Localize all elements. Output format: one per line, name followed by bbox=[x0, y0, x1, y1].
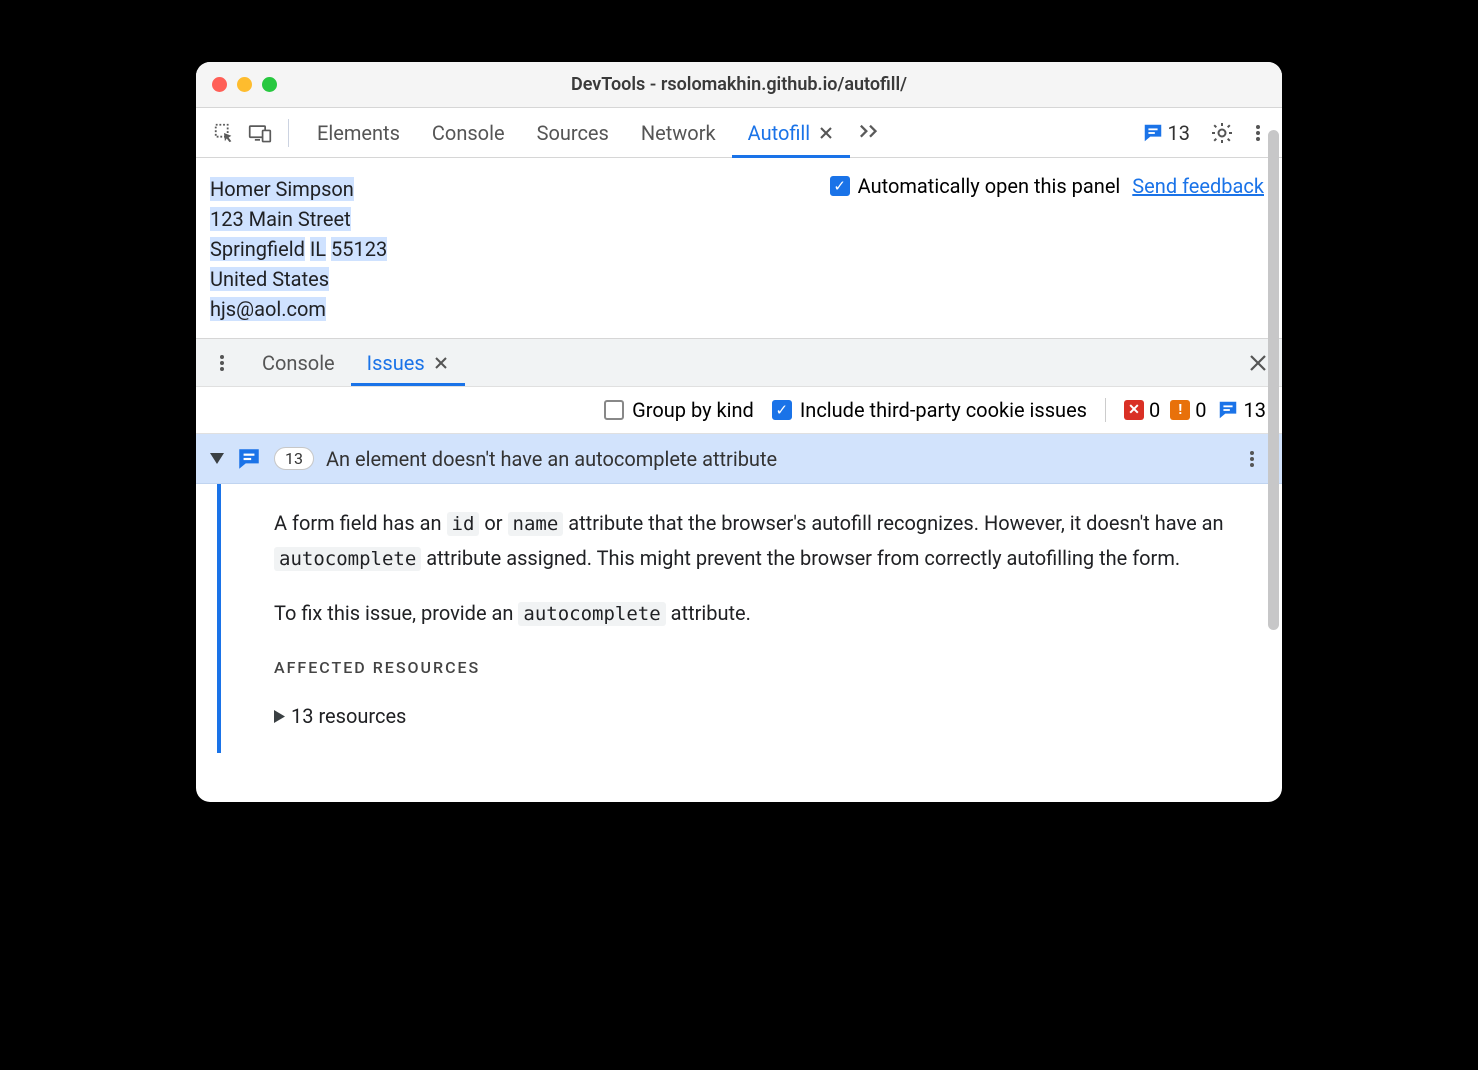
address-state: IL bbox=[310, 237, 326, 261]
tab-sources[interactable]: Sources bbox=[521, 108, 625, 157]
auto-open-checkbox[interactable]: ✓ Automatically open this panel bbox=[830, 174, 1121, 198]
tab-network-label: Network bbox=[641, 121, 716, 145]
tab-autofill-label: Autofill bbox=[748, 121, 811, 145]
issue-count-pill: 13 bbox=[274, 447, 314, 470]
drawer-tab-console[interactable]: Console bbox=[246, 339, 351, 386]
issue-title: An element doesn't have an autocomplete … bbox=[326, 447, 777, 471]
checkbox-icon: ✓ bbox=[772, 400, 792, 420]
group-by-kind-checkbox[interactable]: Group by kind bbox=[604, 398, 754, 422]
include-3p-label: Include third-party cookie issues bbox=[800, 398, 1087, 422]
tab-elements-label: Elements bbox=[317, 121, 400, 145]
inspect-icon[interactable] bbox=[208, 117, 240, 149]
code-autocomplete: autocomplete bbox=[274, 547, 421, 571]
address-zip: 55123 bbox=[331, 237, 387, 261]
tab-console[interactable]: Console bbox=[416, 108, 521, 157]
drawer-menu-icon[interactable] bbox=[206, 347, 238, 379]
drawer-tabs: Console Issues bbox=[246, 339, 465, 386]
warning-count[interactable]: ! 0 bbox=[1170, 398, 1206, 422]
affected-resources-row[interactable]: 13 resources bbox=[274, 699, 1242, 733]
chevron-down-icon[interactable] bbox=[210, 453, 224, 465]
address-email: hjs@aol.com bbox=[210, 297, 326, 321]
devtools-window: DevTools - rsolomakhin.github.io/autofil… bbox=[196, 62, 1282, 802]
warning-icon: ! bbox=[1170, 400, 1190, 420]
affected-resources-title: AFFECTED RESOURCES bbox=[274, 651, 1242, 685]
drawer-header: Console Issues bbox=[196, 338, 1282, 386]
tab-console-label: Console bbox=[432, 121, 505, 145]
issues-counter[interactable]: 13 bbox=[1142, 121, 1190, 145]
tab-elements[interactable]: Elements bbox=[301, 108, 416, 157]
chevron-right-icon bbox=[274, 710, 285, 723]
main-toolbar: Elements Console Sources Network Autofil… bbox=[196, 108, 1282, 158]
issue-description-2: To fix this issue, provide an autocomple… bbox=[274, 596, 1242, 631]
window-controls bbox=[212, 77, 277, 92]
autofill-controls: ✓ Automatically open this panel Send fee… bbox=[830, 174, 1264, 324]
drawer-tab-issues[interactable]: Issues bbox=[351, 339, 465, 386]
issue-row[interactable]: 13 An element doesn't have an autocomple… bbox=[196, 434, 1282, 484]
code-autocomplete-2: autocomplete bbox=[518, 602, 665, 626]
close-icon[interactable] bbox=[433, 355, 449, 371]
address-country: United States bbox=[210, 267, 329, 291]
address-name: Homer Simpson bbox=[210, 177, 354, 201]
scrollbar[interactable] bbox=[1268, 130, 1279, 630]
device-toggle-icon[interactable] bbox=[244, 117, 276, 149]
main-tabs: Elements Console Sources Network Autofil… bbox=[301, 108, 850, 157]
code-id: id bbox=[447, 512, 480, 536]
error-count[interactable]: ✕ 0 bbox=[1124, 398, 1160, 422]
info-count[interactable]: 13 bbox=[1217, 398, 1266, 422]
autofill-panel: Homer Simpson 123 Main Street Springfiel… bbox=[196, 158, 1282, 338]
issues-count-value: 13 bbox=[1168, 121, 1190, 145]
window-title: DevTools - rsolomakhin.github.io/autofil… bbox=[196, 74, 1282, 95]
code-name: name bbox=[508, 512, 564, 536]
send-feedback-link[interactable]: Send feedback bbox=[1132, 174, 1264, 198]
issue-description-1: A form field has an id or name attribute… bbox=[274, 506, 1242, 576]
address-city: Springfield bbox=[210, 237, 305, 261]
chat-icon bbox=[1217, 399, 1239, 421]
group-by-kind-label: Group by kind bbox=[632, 398, 754, 422]
address-street: 123 Main Street bbox=[210, 207, 351, 231]
issue-kebab-icon[interactable] bbox=[1236, 443, 1268, 475]
issues-filter-bar: Group by kind ✓ Include third-party cook… bbox=[196, 386, 1282, 434]
gear-icon[interactable] bbox=[1206, 117, 1238, 149]
filter-divider bbox=[1105, 398, 1106, 422]
error-icon: ✕ bbox=[1124, 400, 1144, 420]
checkbox-icon bbox=[604, 400, 624, 420]
close-icon[interactable] bbox=[818, 125, 834, 141]
chat-icon bbox=[236, 446, 262, 472]
issue-body: A form field has an id or name attribute… bbox=[196, 484, 1282, 753]
close-window-button[interactable] bbox=[212, 77, 227, 92]
tab-autofill[interactable]: Autofill bbox=[732, 108, 851, 157]
drawer-tab-issues-label: Issues bbox=[367, 351, 425, 375]
issue-counts: ✕ 0 ! 0 13 bbox=[1124, 398, 1266, 422]
chat-icon bbox=[1142, 122, 1164, 144]
autofill-preview: Homer Simpson 123 Main Street Springfiel… bbox=[210, 174, 387, 324]
issue-gutter bbox=[196, 484, 242, 753]
maximize-window-button[interactable] bbox=[262, 77, 277, 92]
drawer-tab-console-label: Console bbox=[262, 351, 335, 375]
auto-open-label: Automatically open this panel bbox=[858, 174, 1121, 198]
info-count-value: 13 bbox=[1244, 398, 1266, 422]
include-3p-checkbox[interactable]: ✓ Include third-party cookie issues bbox=[772, 398, 1087, 422]
affected-resources-text: 13 resources bbox=[291, 699, 406, 733]
checkbox-icon: ✓ bbox=[830, 176, 850, 196]
more-tabs-icon[interactable] bbox=[854, 117, 886, 149]
tab-sources-label: Sources bbox=[537, 121, 609, 145]
toolbar-divider bbox=[288, 119, 289, 147]
tab-network[interactable]: Network bbox=[625, 108, 732, 157]
error-count-value: 0 bbox=[1149, 398, 1160, 422]
issue-content: A form field has an id or name attribute… bbox=[242, 484, 1282, 753]
titlebar: DevTools - rsolomakhin.github.io/autofil… bbox=[196, 62, 1282, 108]
minimize-window-button[interactable] bbox=[237, 77, 252, 92]
warning-count-value: 0 bbox=[1195, 398, 1206, 422]
